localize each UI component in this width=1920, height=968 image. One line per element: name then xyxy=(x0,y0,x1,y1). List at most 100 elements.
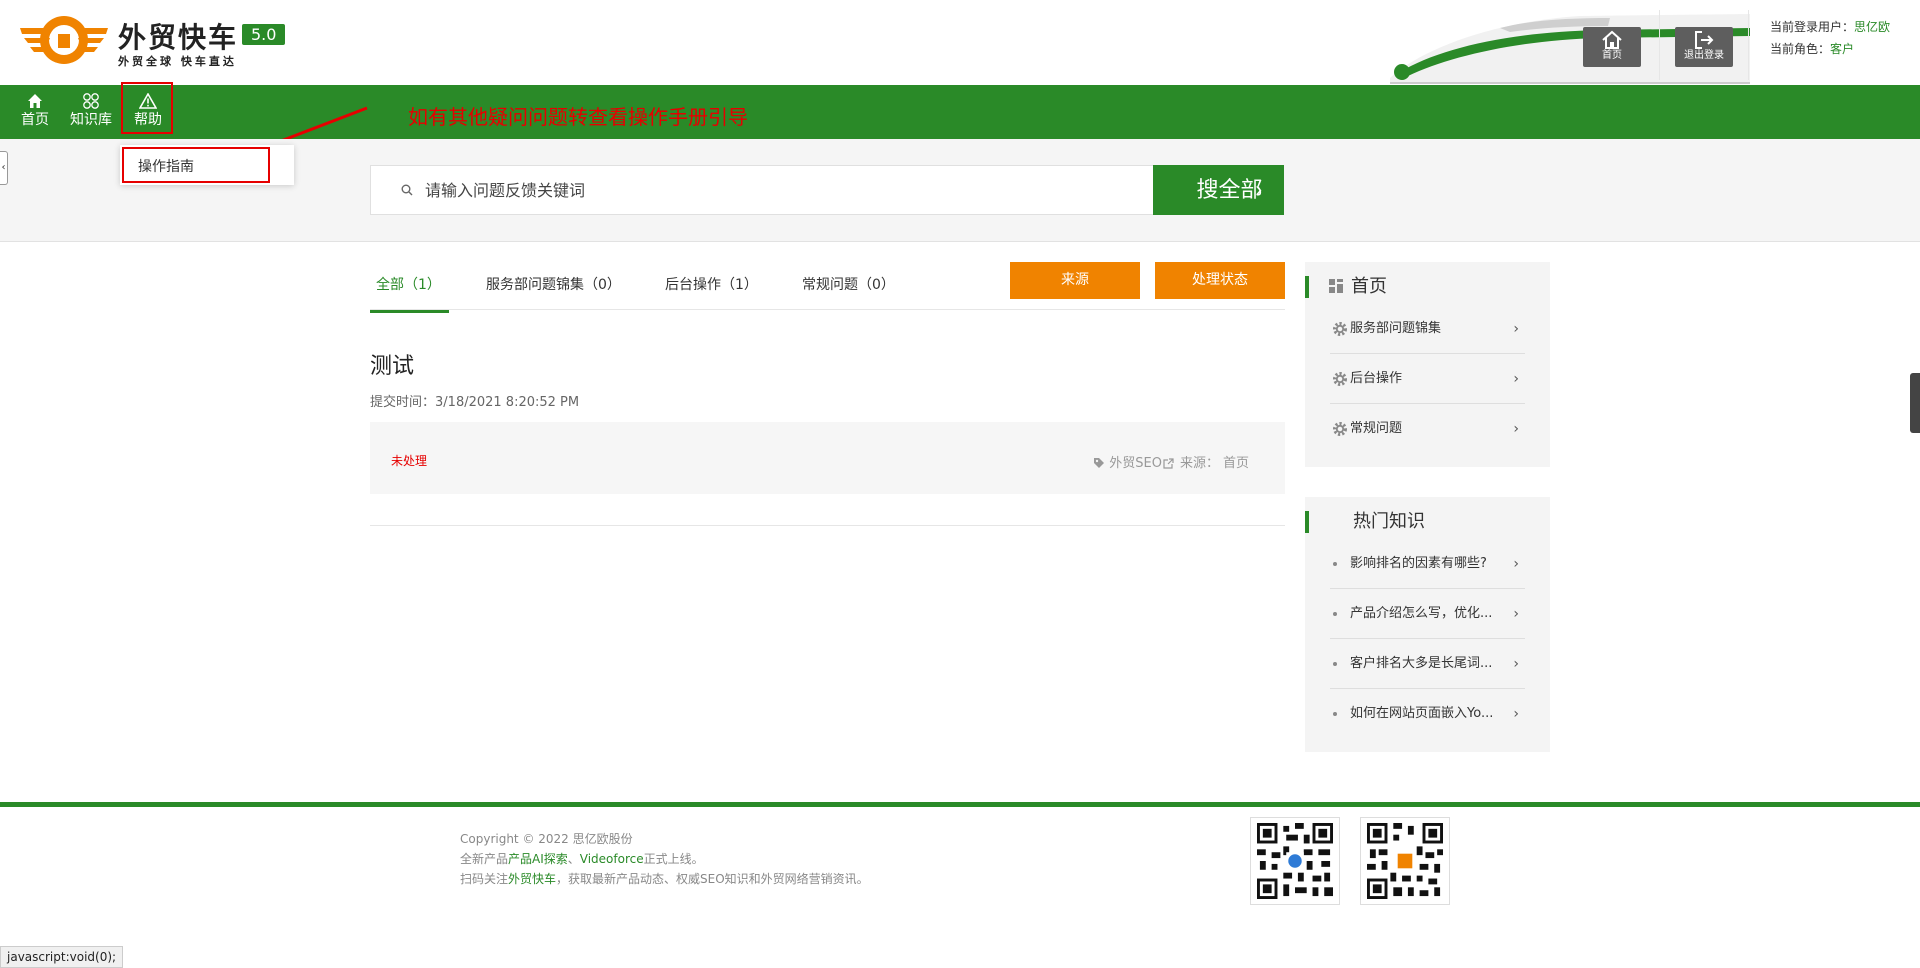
nav-item-home-label: 首页 xyxy=(21,112,49,128)
current-role-value: 客户 xyxy=(1830,42,1855,56)
hot-item-label: 如何在网站页面嵌入Yo... xyxy=(1350,706,1494,721)
tag-icon xyxy=(1094,458,1105,468)
sidebar-toggle[interactable]: ‹ xyxy=(0,151,8,185)
footer-announcement: 全新产品产品AI探索、Videoforce正式上线。 xyxy=(460,850,704,867)
sidebar-item-label: 后台操作 xyxy=(1350,371,1403,386)
status-badge: 未处理 xyxy=(391,454,428,468)
footer-copyright: Copyright © 2022 思亿欧股份 xyxy=(460,832,633,846)
nav-item-home[interactable]: 首页 xyxy=(16,85,54,139)
list-item[interactable]: 产品介绍怎么写，优化... › xyxy=(1330,589,1525,639)
footer-divider xyxy=(0,802,1920,807)
footer-follow-prefix: 扫码关注 xyxy=(460,872,509,886)
app-qr-code xyxy=(1360,817,1450,905)
annotation-box-help xyxy=(121,82,173,134)
home-header-button-label: 首页 xyxy=(1602,50,1622,61)
bullet-icon xyxy=(1333,612,1337,616)
footer-link-ai[interactable]: 产品AI探索 xyxy=(508,852,568,866)
search-all-button[interactable]: 搜全部 › xyxy=(1153,165,1284,215)
list-item[interactable]: 影响排名的因素有哪些? › xyxy=(1330,539,1525,589)
current-user: 当前登录用户：思亿欧 xyxy=(1770,18,1890,35)
brand-name: 外贸快车 xyxy=(118,21,239,54)
hot-item-label: 客户排名大多是长尾词... xyxy=(1350,656,1493,671)
post-meta: 外贸SEO 来源： 首页 xyxy=(1093,452,1249,471)
hot-item-label: 产品介绍怎么写，优化... xyxy=(1350,606,1493,621)
post-tag[interactable]: 外贸SEO xyxy=(1109,456,1162,471)
footer-announcement-suffix: 正式上线。 xyxy=(643,852,704,866)
grid-icon xyxy=(1329,279,1343,293)
tab-service-collection[interactable]: 服务部问题锦集（0） xyxy=(486,274,621,310)
browser-status-bar: javascript:void(0); xyxy=(0,946,124,968)
annotation-box-guide xyxy=(122,147,270,183)
chevron-right-icon: › xyxy=(1513,706,1519,722)
logo-icon xyxy=(20,16,108,64)
external-link-icon xyxy=(1163,458,1174,469)
floating-side-handle[interactable] xyxy=(1910,373,1920,433)
post-title[interactable]: 测试 xyxy=(370,348,414,380)
sidebar-item-service-collection[interactable]: 服务部问题锦集 › xyxy=(1330,304,1525,354)
chevron-right-icon: › xyxy=(1513,556,1519,572)
gear-icon xyxy=(1333,322,1347,336)
gear-icon xyxy=(1333,372,1347,386)
chevron-right-icon: › xyxy=(1513,321,1519,337)
header-separator xyxy=(1659,10,1660,80)
chevron-right-icon: › xyxy=(1255,179,1262,201)
category-tabs: 全部（1） 服务部问题锦集（0） 后台操作（1） 常规问题（0） xyxy=(370,262,1285,313)
hot-knowledge-panel: 热门知识 影响排名的因素有哪些? › 产品介绍怎么写，优化... › 客户排名大… xyxy=(1305,497,1550,752)
sidebar-item-label: 常规问题 xyxy=(1350,421,1403,436)
search-all-button-label: 搜全部 xyxy=(1196,177,1263,202)
current-role-label: 当前角色： xyxy=(1770,42,1831,56)
search-input[interactable] xyxy=(425,166,1125,214)
footer-link-brand[interactable]: 外贸快车 xyxy=(508,872,556,886)
gear-icon xyxy=(1333,422,1347,436)
post-source-value: 首页 xyxy=(1222,456,1249,471)
category-panel: 首页 服务部问题锦集 › 后台操作 › 常规问题 › xyxy=(1305,262,1550,467)
category-panel-title[interactable]: 首页 xyxy=(1305,276,1387,298)
chevron-right-icon: › xyxy=(1513,371,1519,387)
tab-backend-operations[interactable]: 后台操作（1） xyxy=(665,274,758,310)
current-role: 当前角色：客户 xyxy=(1770,40,1854,57)
home-header-button[interactable]: 首页 xyxy=(1583,27,1641,67)
current-user-value: 思亿欧 xyxy=(1854,20,1891,34)
footer-link-videoforce[interactable]: Videoforce xyxy=(580,852,644,866)
qr-code-icon xyxy=(1257,823,1333,899)
tab-all[interactable]: 全部（1） xyxy=(370,274,449,313)
sidebar-item-label: 服务部问题锦集 xyxy=(1350,321,1442,336)
chevron-right-icon: › xyxy=(1513,606,1519,622)
content-divider xyxy=(370,525,1285,526)
wechat-qr-code xyxy=(1250,817,1340,905)
qr-code-icon xyxy=(1367,823,1443,899)
logout-button-label: 退出登录 xyxy=(1684,50,1724,61)
home-icon xyxy=(28,94,42,108)
sidebar-item-backend-operations[interactable]: 后台操作 › xyxy=(1330,354,1525,404)
chevron-right-icon: › xyxy=(1513,656,1519,672)
current-user-label: 当前登录用户： xyxy=(1770,20,1855,34)
bullet-icon xyxy=(1333,662,1337,666)
annotation-notice: 如有其他疑问问题转查看操作手册引导 xyxy=(408,105,748,129)
hot-item-label: 影响排名的因素有哪些? xyxy=(1350,556,1487,571)
search-box xyxy=(370,165,1154,215)
sidebar-item-general-questions[interactable]: 常规问题 › xyxy=(1330,404,1525,454)
list-item[interactable]: 如何在网站页面嵌入Yo... › xyxy=(1330,689,1525,739)
search-icon xyxy=(401,184,413,196)
post-card: 未处理 外贸SEO 来源： 首页 xyxy=(370,422,1285,494)
knowledge-icon xyxy=(83,93,99,109)
tab-general-questions[interactable]: 常规问题（0） xyxy=(802,274,895,310)
source-filter-button[interactable]: 来源 xyxy=(1010,262,1140,299)
nav-item-knowledge[interactable]: 知识库 xyxy=(68,85,114,139)
logout-button[interactable]: 退出登录 xyxy=(1675,27,1733,67)
chevron-right-icon: › xyxy=(1513,421,1519,437)
logout-icon xyxy=(1695,31,1714,49)
nav-item-knowledge-label: 知识库 xyxy=(70,112,112,128)
footer-announcement-prefix: 全新产品 xyxy=(460,852,509,866)
list-item[interactable]: 客户排名大多是长尾词... › xyxy=(1330,639,1525,689)
home-icon xyxy=(1602,30,1622,49)
header-separator xyxy=(1748,10,1749,80)
footer-announcement-sep: 、 xyxy=(567,852,580,866)
post-submit-time-value: 3/18/2021 8:20:52 PM xyxy=(435,395,580,410)
brand-slogan: 外贸全球 快车直达 xyxy=(118,55,237,68)
post-submit-time: 提交时间：3/18/2021 8:20:52 PM xyxy=(370,391,579,410)
footer-follow-suffix: ，获取最新产品动态、权威SEO知识和外贸网络营销资讯。 xyxy=(556,872,869,886)
status-filter-button[interactable]: 处理状态 xyxy=(1155,262,1285,299)
page-header: 外贸快车 外贸全球 快车直达 5.0 首页 退出登录 当前登录用户：思亿欧 当前… xyxy=(0,0,1920,85)
post-submit-time-label: 提交时间： xyxy=(370,395,436,410)
